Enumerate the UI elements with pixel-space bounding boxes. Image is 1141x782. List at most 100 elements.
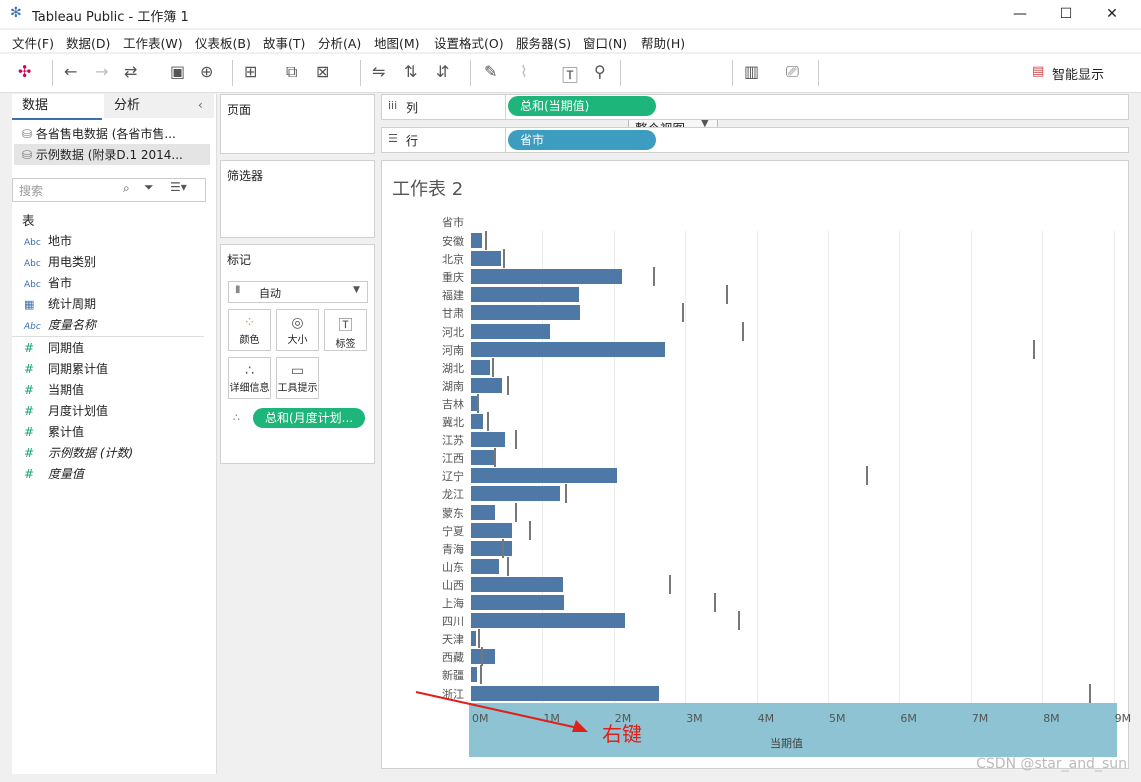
bar[interactable]: [471, 269, 623, 285]
highlight-icon[interactable]: ✎: [484, 62, 497, 81]
bar[interactable]: [471, 558, 499, 574]
reference-tick[interactable]: [713, 593, 716, 612]
bar[interactable]: [471, 341, 666, 357]
minimize-button[interactable]: —: [1000, 4, 1040, 24]
bar[interactable]: [471, 377, 503, 393]
detail-button[interactable]: ∴ 详细信息: [228, 357, 271, 399]
menu-file[interactable]: 文件(F): [12, 33, 54, 52]
columns-shelf[interactable]: iii 列 总和(当期值): [381, 94, 1129, 120]
bar[interactable]: [471, 468, 618, 484]
dimension-field[interactable]: ▦ 统计周期: [24, 295, 96, 313]
dimension-field[interactable]: Abc 地市: [24, 232, 72, 250]
reference-tick[interactable]: [741, 321, 744, 341]
reference-tick[interactable]: [479, 665, 482, 685]
reference-tick[interactable]: [682, 303, 685, 323]
reference-tick[interactable]: [477, 393, 480, 413]
reference-tick[interactable]: [528, 520, 531, 540]
bar[interactable]: [471, 631, 476, 647]
measure-field[interactable]: # 累计值: [24, 423, 84, 441]
menu-server[interactable]: 服务器(S): [516, 33, 571, 52]
bar[interactable]: [471, 613, 626, 629]
pin-icon[interactable]: ⚲: [594, 62, 606, 81]
measure-field[interactable]: # 月度计划值: [24, 402, 108, 420]
reference-tick[interactable]: [487, 412, 490, 431]
undo-icon[interactable]: ←: [64, 62, 77, 81]
reference-tick[interactable]: [492, 357, 495, 377]
dimension-field[interactable]: Abc 用电类别: [24, 253, 96, 271]
bar[interactable]: [471, 305, 581, 321]
bar[interactable]: [471, 595, 564, 610]
bar[interactable]: [471, 251, 501, 267]
measure-field[interactable]: # 同期值: [24, 339, 84, 357]
sort-descending-icon[interactable]: ⇵: [436, 62, 449, 81]
mark-pill[interactable]: 总和(月度计划...: [253, 408, 365, 428]
tab-data[interactable]: 数据: [12, 94, 102, 120]
reference-tick[interactable]: [725, 285, 728, 305]
tooltip-button[interactable]: ▭ 工具提示: [276, 357, 319, 399]
bar[interactable]: [471, 522, 512, 538]
maximize-button[interactable]: ☐: [1046, 4, 1086, 24]
reference-tick[interactable]: [515, 430, 518, 450]
close-button[interactable]: ✕: [1092, 4, 1132, 24]
rows-shelf[interactable]: ☰ 行 省市: [381, 127, 1129, 153]
swap-rows-columns-icon[interactable]: ⇋: [372, 62, 385, 81]
reference-tick[interactable]: [506, 375, 509, 395]
reference-tick[interactable]: [506, 556, 509, 576]
group-icon[interactable]: ⌇: [520, 62, 528, 81]
search-input[interactable]: 搜索: [19, 182, 43, 199]
menu-help[interactable]: 帮助(H): [641, 33, 685, 52]
menu-dashboard[interactable]: 仪表板(B): [195, 33, 251, 52]
dimension-field[interactable]: Abc 度量名称: [24, 316, 96, 334]
reference-tick[interactable]: [653, 267, 656, 287]
filter-icon[interactable]: ⏷: [144, 180, 154, 195]
duplicate-sheet-icon[interactable]: ⧉: [286, 62, 297, 82]
save-icon[interactable]: ▣: [170, 62, 185, 81]
menu-format[interactable]: 设置格式(O): [434, 33, 504, 52]
measure-field[interactable]: # 度量值: [24, 465, 84, 483]
bar[interactable]: [471, 450, 496, 466]
mark-type-dropdown[interactable]: ▮ 自动 ▼: [228, 281, 368, 303]
menu-worksheet[interactable]: 工作表(W): [123, 33, 183, 52]
reference-tick[interactable]: [564, 484, 567, 504]
view-options-icon[interactable]: ☰▾: [170, 180, 187, 194]
show-me-button[interactable]: 智能显示: [1052, 64, 1104, 83]
show-me-icon[interactable]: ▤: [1032, 64, 1044, 79]
reference-tick[interactable]: [480, 647, 483, 667]
bar[interactable]: [471, 233, 483, 248]
reference-tick[interactable]: [478, 629, 481, 649]
reference-tick[interactable]: [1089, 683, 1092, 703]
bar[interactable]: [471, 649, 496, 665]
color-button[interactable]: ⁘ 颜色: [228, 309, 271, 351]
menu-window[interactable]: 窗口(N): [583, 33, 627, 52]
label-icon[interactable]: 🅃: [562, 62, 578, 86]
reference-tick[interactable]: [501, 538, 504, 558]
menu-map[interactable]: 地图(M): [374, 33, 420, 52]
filters-card[interactable]: 筛选器: [220, 160, 375, 238]
show-cards-icon[interactable]: ▥: [744, 62, 759, 81]
redo-icon[interactable]: →: [95, 62, 108, 81]
reference-tick[interactable]: [503, 249, 506, 269]
bar[interactable]: [471, 323, 550, 339]
reference-tick[interactable]: [493, 448, 496, 468]
measure-field[interactable]: # 示例数据 (计数): [24, 444, 133, 462]
bar[interactable]: [471, 504, 496, 520]
pages-card[interactable]: 页面: [220, 94, 375, 154]
reference-tick[interactable]: [1032, 339, 1035, 359]
bar[interactable]: [471, 432, 506, 448]
bar[interactable]: [471, 287, 579, 303]
measure-field[interactable]: # 当期值: [24, 381, 84, 399]
new-worksheet-icon[interactable]: ⊞: [244, 62, 257, 81]
bar[interactable]: [471, 576, 564, 592]
datasource-item[interactable]: ⛁ 各省售电数据 (各省市售...: [22, 125, 176, 142]
reference-tick[interactable]: [485, 231, 488, 250]
sort-ascending-icon[interactable]: ⇅: [404, 62, 417, 81]
datasource-item-active[interactable]: ⛁ 示例数据 (附录D.1 2014...: [14, 144, 210, 165]
bar[interactable]: [471, 486, 561, 502]
label-button[interactable]: 🅃 标签: [324, 309, 367, 351]
dimension-field[interactable]: Abc 省市: [24, 274, 72, 292]
menu-data[interactable]: 数据(D): [66, 33, 110, 52]
tableau-home-icon[interactable]: ✣: [18, 62, 31, 81]
reference-tick[interactable]: [865, 466, 868, 486]
menu-analysis[interactable]: 分析(A): [318, 33, 361, 52]
bar[interactable]: [471, 395, 477, 411]
